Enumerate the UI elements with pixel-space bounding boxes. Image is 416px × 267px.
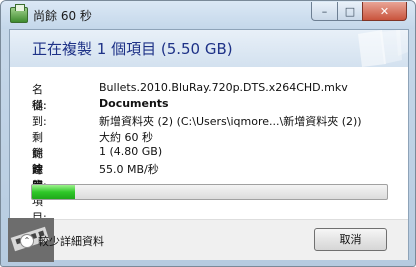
dialog-footer: ⌃ 較少詳細資料 取消 xyxy=(8,218,408,262)
detail-label: 到: xyxy=(32,115,47,128)
minimize-button[interactable]: – xyxy=(311,2,338,21)
cancel-button[interactable]: 取消 xyxy=(314,228,387,251)
fewer-details-toggle[interactable]: ⌃ 較少詳細資料 xyxy=(20,233,104,249)
copy-dialog-window: 尚餘 60 秒 – □ ✕ 正在複製 1 個項目 (5.50 GB) 名稱: Bu… xyxy=(0,0,416,267)
fewer-details-label: 較少詳細資料 xyxy=(38,235,104,248)
detail-value: 大約 60 秒 xyxy=(99,131,153,144)
decorative-glass-icon xyxy=(358,30,408,67)
copy-progress-icon xyxy=(10,4,28,23)
maximize-button[interactable]: □ xyxy=(337,2,363,21)
detail-label: 從: xyxy=(32,99,47,112)
copy-heading: 正在複製 1 個項目 (5.50 GB) xyxy=(32,40,233,58)
progress-fill xyxy=(32,185,75,199)
title-bar[interactable]: 尚餘 60 秒 – □ ✕ xyxy=(1,1,415,29)
chevron-up-icon: ⌃ xyxy=(20,234,34,248)
detail-value: Bullets.2010.BluRay.720p.DTS.x264CHD.mkv xyxy=(99,81,348,94)
detail-value: 1 (4.80 GB) xyxy=(99,145,163,158)
maximize-icon: □ xyxy=(344,4,356,18)
header-band: 正在複製 1 個項目 (5.50 GB) xyxy=(10,30,408,67)
detail-value: 55.0 MB/秒 xyxy=(99,163,159,176)
window-title: 尚餘 60 秒 xyxy=(33,9,92,23)
detail-value: 新增資料夾 (2) (C:\Users\iqmore...\新增資料夾 (2)) xyxy=(99,115,362,128)
close-button[interactable]: ✕ xyxy=(362,2,407,21)
dialog-content: 正在複製 1 個項目 (5.50 GB) 名稱: Bullets.2010.Blu… xyxy=(8,29,409,262)
minimize-icon: – xyxy=(321,4,328,18)
copy-progress-bar xyxy=(31,184,388,200)
detail-value: Documents xyxy=(99,97,169,110)
close-icon: ✕ xyxy=(379,4,390,18)
